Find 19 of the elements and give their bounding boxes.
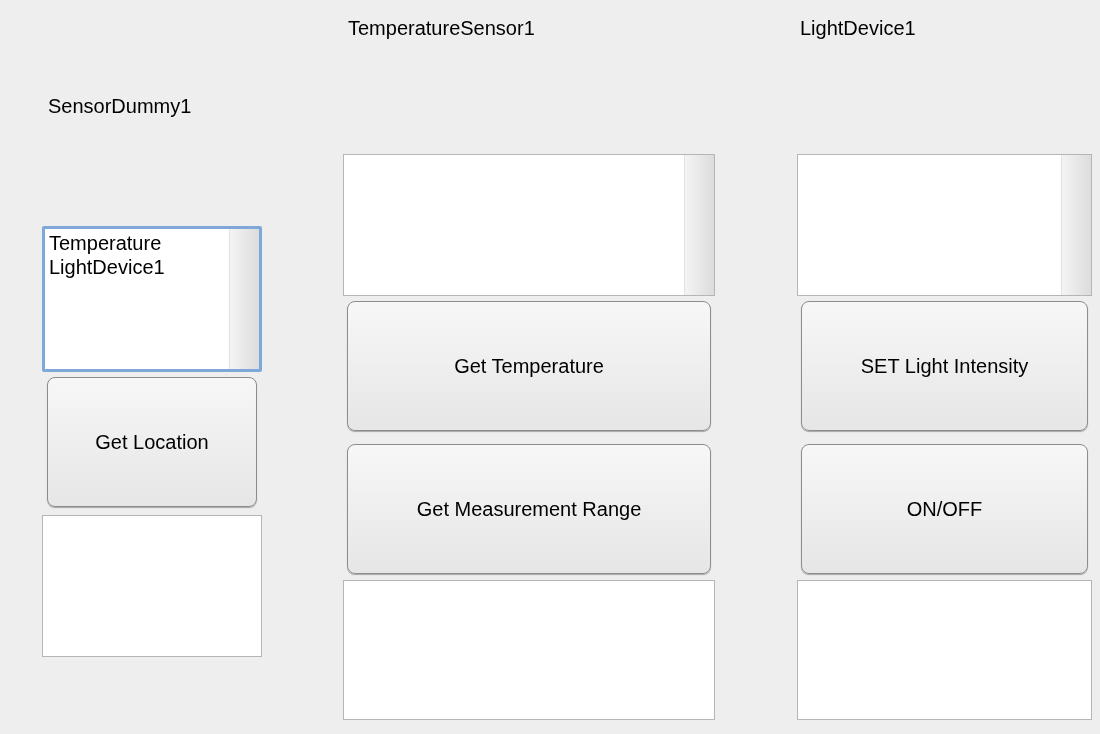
- list-item[interactable]: LightDevice1: [49, 255, 225, 279]
- action-button[interactable]: ON/OFF: [801, 444, 1088, 574]
- panel-title: TemperatureSensor1: [348, 16, 536, 40]
- action-button[interactable]: SET Light Intensity: [801, 301, 1088, 431]
- list-box[interactable]: Temperature LightDevice1: [42, 226, 262, 372]
- list-box[interactable]: [797, 154, 1092, 296]
- scrollbar[interactable]: [1061, 155, 1091, 295]
- panel-title: SensorDummy1: [48, 94, 193, 118]
- action-button[interactable]: Get Location: [47, 377, 257, 507]
- action-button[interactable]: Get Measurement Range: [347, 444, 711, 574]
- action-button[interactable]: Get Temperature: [347, 301, 711, 431]
- output-area[interactable]: [42, 515, 262, 657]
- panel-title: LightDevice1: [800, 16, 917, 40]
- list-item[interactable]: Temperature: [49, 231, 225, 255]
- output-area[interactable]: [797, 580, 1092, 720]
- scrollbar[interactable]: [229, 229, 259, 369]
- scrollbar[interactable]: [684, 155, 714, 295]
- list-box[interactable]: [343, 154, 715, 296]
- output-area[interactable]: [343, 580, 715, 720]
